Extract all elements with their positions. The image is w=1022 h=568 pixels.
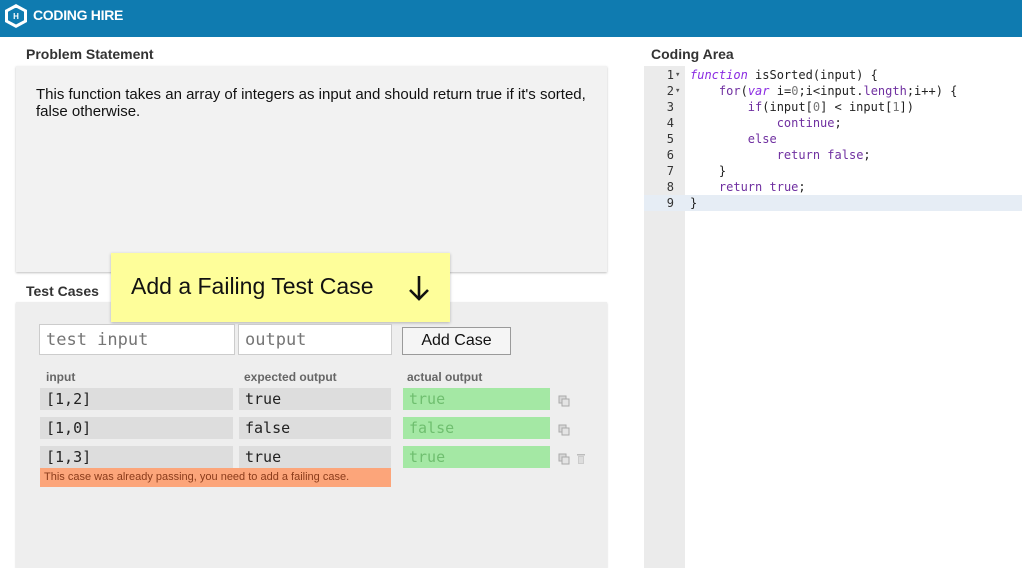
- code-text: function isSorted(input) {: [690, 68, 878, 82]
- line-number: 5: [666, 132, 674, 146]
- test-row-3-input[interactable]: [1,3]: [40, 446, 233, 468]
- line-number: 3: [666, 100, 674, 114]
- code-line[interactable]: 7 }: [644, 163, 1022, 179]
- coding-area-label: Coding Area: [651, 46, 734, 62]
- input-column-header: input: [46, 370, 76, 384]
- test-row-2-expected[interactable]: false: [239, 417, 391, 439]
- problem-statement-text: This function takes an array of integers…: [36, 86, 586, 120]
- expected-output-column-header: expected output: [244, 370, 337, 384]
- test-input-field[interactable]: [39, 324, 235, 355]
- code-text: return false;: [776, 148, 871, 162]
- code-text: continue;: [776, 116, 842, 130]
- code-text: }: [690, 196, 698, 210]
- line-number: 7: [666, 164, 674, 178]
- line-number: 6: [666, 148, 674, 162]
- fold-arrow-icon[interactable]: ▾: [675, 67, 683, 83]
- copy-icon[interactable]: [558, 453, 570, 465]
- arrow-down-icon: [409, 276, 429, 301]
- code-line[interactable]: 5 else: [644, 131, 1022, 147]
- code-text: return true;: [718, 180, 806, 194]
- code-editor[interactable]: 1 ▾ function isSorted(input) { 2 ▾ for(v…: [644, 66, 1022, 568]
- code-text: for(var i=0;i<input.length;i++) {: [718, 84, 958, 98]
- problem-statement-panel: This function takes an array of integers…: [16, 66, 607, 272]
- code-line[interactable]: 8 return true;: [644, 179, 1022, 195]
- test-output-field[interactable]: [238, 324, 392, 355]
- line-number: 1: [666, 68, 674, 82]
- logo-mark: H: [8, 7, 24, 25]
- copy-icon[interactable]: [558, 424, 570, 436]
- test-row-1-actual: true: [403, 388, 550, 410]
- logo-icon: H: [5, 4, 27, 28]
- hint-tooltip-text: Add a Failing Test Case: [131, 273, 374, 299]
- test-cases-label: Test Cases: [26, 283, 99, 299]
- code-line[interactable]: 4 continue;: [644, 115, 1022, 131]
- line-number: 8: [666, 180, 674, 194]
- code-text: else: [747, 132, 777, 146]
- code-text: }: [690, 164, 727, 178]
- fold-arrow-icon[interactable]: ▾: [675, 83, 683, 99]
- line-number: 9: [666, 196, 674, 210]
- code-line[interactable]: 1 ▾ function isSorted(input) {: [644, 67, 1022, 83]
- copy-icon[interactable]: [558, 395, 570, 407]
- test-row-1-input[interactable]: [1,2]: [40, 388, 233, 410]
- test-row-3-actual: true: [403, 446, 550, 468]
- code-text: if(input[0] < input[1]): [747, 100, 914, 114]
- error-message: This case was already passing, you need …: [40, 468, 391, 487]
- brand-name: CODING HIRE: [33, 7, 124, 23]
- top-bar: H CODING HIRE: [0, 0, 1022, 37]
- code-line[interactable]: 3 if(input[0] < input[1]): [644, 99, 1022, 115]
- test-row-2-actual: false: [403, 417, 550, 439]
- code-line[interactable]: 2 ▾ for(var i=0;i<input.length;i++) {: [644, 83, 1022, 99]
- test-row-2-input[interactable]: [1,0]: [40, 417, 233, 439]
- line-number: 2: [666, 84, 674, 98]
- code-line[interactable]: 6 return false;: [644, 147, 1022, 163]
- actual-output-column-header: actual output: [407, 370, 483, 384]
- test-row-3-expected[interactable]: true: [239, 446, 391, 468]
- add-case-button[interactable]: Add Case: [402, 327, 511, 355]
- test-row-1-expected[interactable]: true: [239, 388, 391, 410]
- problem-statement-label: Problem Statement: [26, 46, 154, 62]
- hint-tooltip: Add a Failing Test Case: [111, 253, 450, 322]
- code-line-active[interactable]: 9 }: [644, 195, 1022, 211]
- trash-icon[interactable]: [575, 453, 587, 465]
- line-number: 4: [666, 116, 674, 130]
